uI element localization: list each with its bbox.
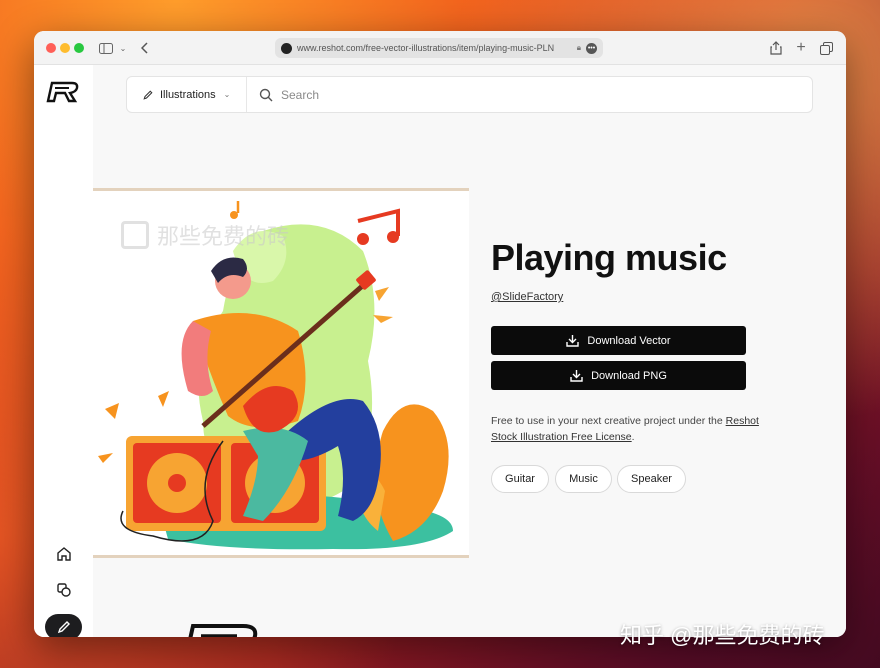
license-suffix: . (631, 431, 635, 443)
back-icon[interactable] (138, 39, 152, 57)
tag-music[interactable]: Music (555, 465, 612, 493)
license-text: Free to use in your next creative projec… (491, 413, 761, 445)
address-bar[interactable]: www.reshot.com/free-vector-illustrations… (275, 38, 603, 58)
download-png-label: Download PNG (591, 369, 667, 382)
search-bar: Illustrations ⌄ (126, 76, 813, 113)
page-title: Playing music (491, 237, 727, 278)
download-icon (566, 335, 580, 347)
download-icon (570, 370, 583, 382)
license-prefix: Free to use in your next creative projec… (491, 415, 723, 427)
chevron-down-icon: ⌄ (223, 90, 231, 99)
close-window-button[interactable] (46, 43, 56, 53)
collections-button[interactable] (45, 577, 82, 603)
app-sidebar (34, 65, 93, 637)
new-tab-icon[interactable]: + (793, 39, 809, 57)
search-icon (259, 88, 273, 101)
minimize-window-button[interactable] (60, 43, 70, 53)
sidebar-toggle-icon[interactable] (98, 39, 114, 57)
chevron-down-icon[interactable]: ⌄ (118, 39, 128, 57)
download-vector-button[interactable]: Download Vector (491, 326, 746, 355)
search-field (247, 77, 812, 112)
category-label: Illustrations (160, 88, 216, 101)
home-icon (56, 547, 71, 561)
author-link[interactable]: @SlideFactory (491, 291, 563, 303)
category-dropdown[interactable]: Illustrations ⌄ (127, 77, 247, 112)
browser-toolbar: ⌄ www.reshot.com/free-vector-illustratio… (34, 31, 846, 65)
download-png-button[interactable]: Download PNG (491, 361, 746, 390)
main-content: Illustrations ⌄ Search 那些免费的砖 Playing mu… (93, 65, 846, 637)
pencil-icon (143, 90, 153, 100)
watermark-text: 那些免费的砖 (157, 224, 290, 249)
home-button[interactable] (45, 541, 82, 567)
lock-icon: 🔒︎ (576, 43, 581, 52)
tag-speaker[interactable]: Speaker (617, 465, 686, 493)
pencil-icon (57, 621, 70, 634)
browser-window: ⌄ www.reshot.com/free-vector-illustratio… (34, 31, 846, 637)
address-url: www.reshot.com/free-vector-illustrations… (297, 43, 555, 53)
zhihu-watermark: 知乎 @那些免费的砖 (620, 623, 825, 648)
site-favicon-icon (281, 42, 292, 54)
zoom-window-button[interactable] (74, 43, 84, 53)
reshot-logo-icon[interactable] (46, 81, 80, 103)
tab-overview-icon[interactable] (818, 39, 834, 57)
shapes-icon (56, 583, 71, 597)
download-vector-label: Download Vector (587, 334, 671, 347)
watermark: 那些免费的砖 (121, 219, 289, 251)
more-icon[interactable]: ••• (586, 42, 597, 54)
illustration-preview: 那些免费的砖 (93, 188, 469, 558)
reshot-footer-logo-icon (188, 624, 258, 637)
tag-guitar[interactable]: Guitar (491, 465, 549, 493)
illustrations-button[interactable] (45, 614, 82, 637)
watermark-logo-icon (121, 221, 149, 249)
share-icon[interactable] (768, 39, 784, 57)
search-input[interactable] (281, 87, 681, 102)
